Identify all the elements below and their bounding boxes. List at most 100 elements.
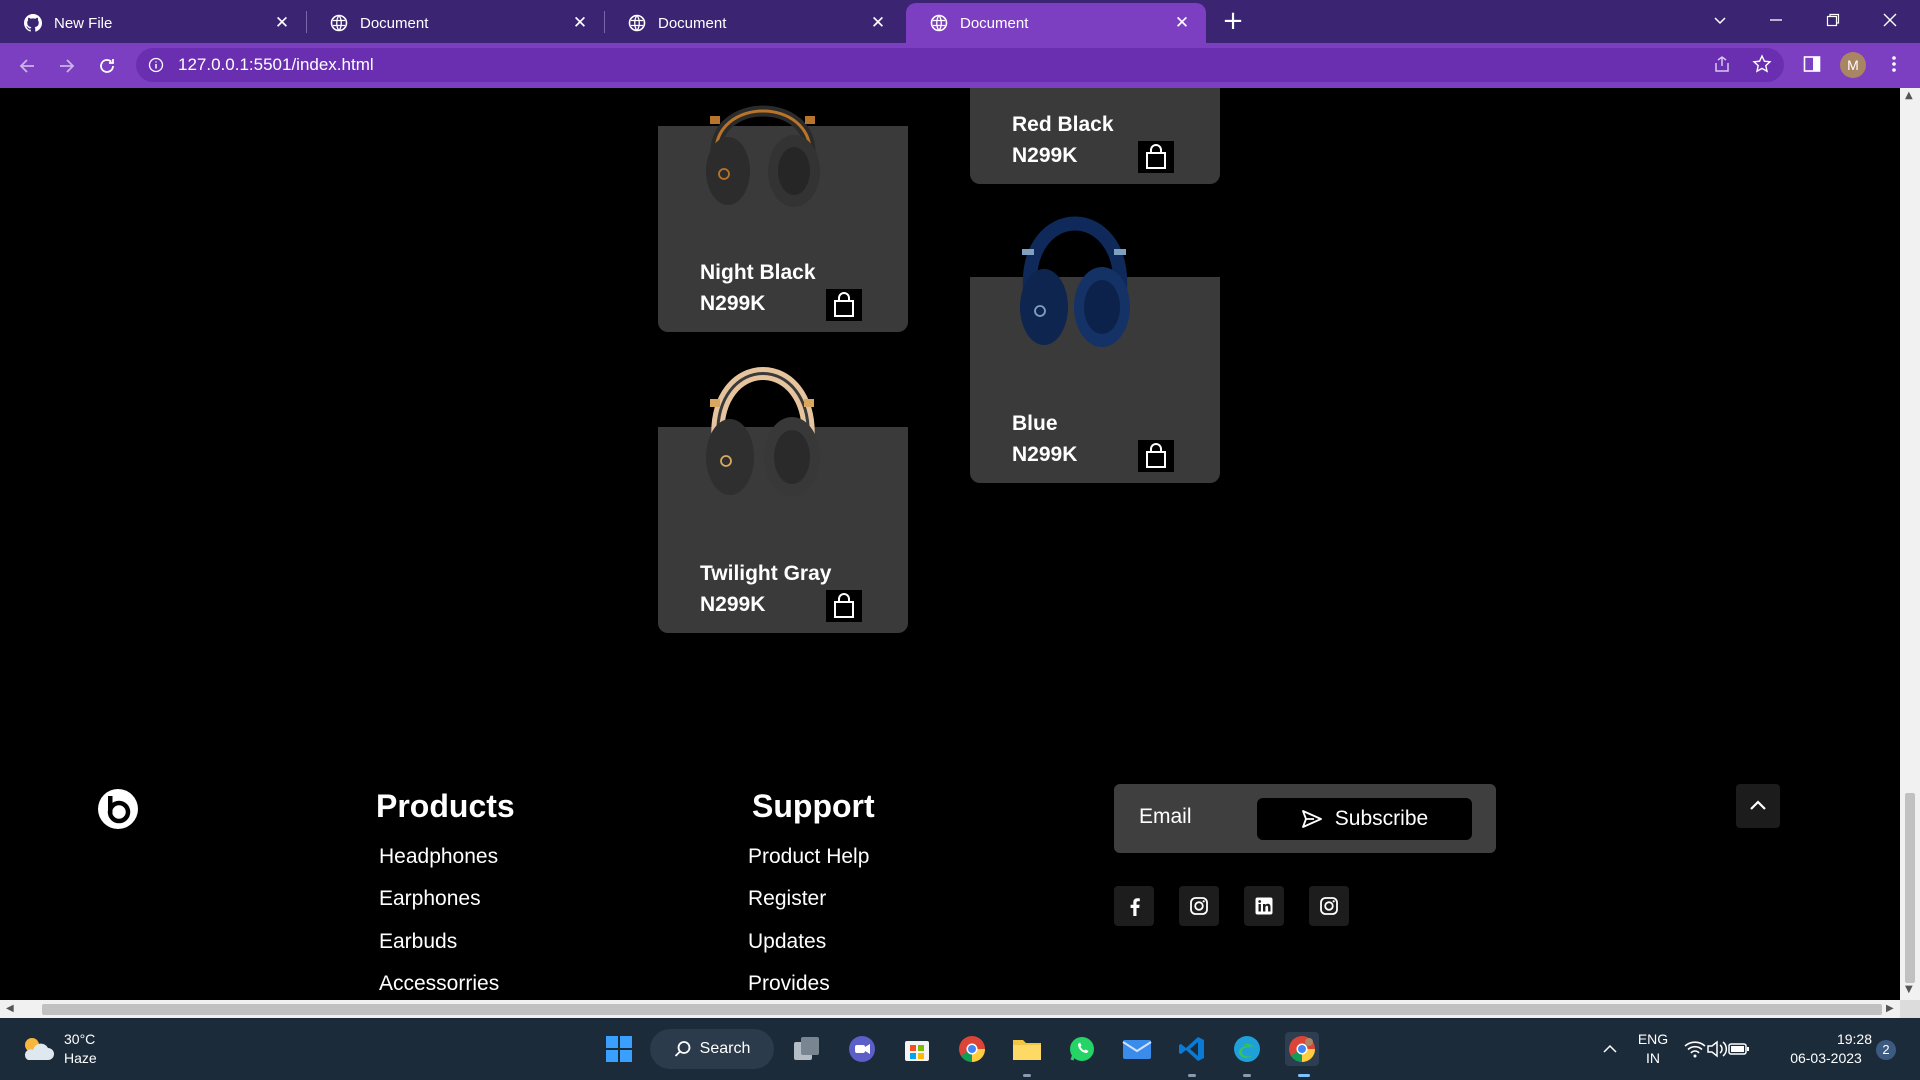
battery-icon: [1728, 1043, 1749, 1055]
tab-new-file[interactable]: New File ✕: [0, 3, 306, 43]
footer-support-title: Support: [752, 788, 875, 824]
product-name: Blue: [1012, 412, 1058, 435]
globe-icon: [628, 14, 646, 32]
beats-logo-icon[interactable]: [97, 788, 139, 830]
add-to-cart-button[interactable]: [1138, 141, 1174, 173]
language-code: ENG: [1637, 1031, 1669, 1047]
footer-link[interactable]: Updates: [748, 930, 826, 954]
product-price: N299K: [700, 292, 766, 315]
shopping-bag-icon: [1146, 144, 1166, 169]
footer-link[interactable]: Register: [748, 887, 826, 911]
weather-haze-icon: [24, 1038, 54, 1060]
close-icon[interactable]: ✕: [868, 13, 888, 33]
chrome-profile-icon[interactable]: [1285, 1032, 1319, 1066]
bookmark-star-icon[interactable]: [1750, 52, 1774, 76]
footer-link[interactable]: Earbuds: [379, 930, 457, 954]
headphone-image: [1020, 216, 1130, 347]
windows-start-icon[interactable]: [602, 1032, 636, 1066]
whatsapp-icon[interactable]: [1065, 1032, 1099, 1066]
facebook-icon[interactable]: [1114, 886, 1154, 926]
tab-document-2[interactable]: Document ✕: [604, 3, 902, 43]
profile-avatar[interactable]: M: [1840, 52, 1866, 78]
forward-button[interactable]: [52, 51, 82, 81]
shopping-bag-icon: [834, 292, 854, 317]
scroll-up-arrow-icon[interactable]: ▲: [1905, 90, 1913, 101]
file-explorer-icon[interactable]: [1010, 1032, 1044, 1066]
chrome-icon[interactable]: [955, 1032, 989, 1066]
close-icon[interactable]: ✕: [570, 13, 590, 33]
running-indicator: [1188, 1074, 1196, 1077]
vscode-icon[interactable]: [1175, 1032, 1209, 1066]
weather-desc: Haze: [64, 1050, 97, 1066]
running-indicator: [1023, 1074, 1031, 1077]
close-icon[interactable]: ✕: [272, 13, 292, 33]
restore-button[interactable]: [1805, 0, 1861, 40]
chevron-up-icon[interactable]: [1593, 1032, 1627, 1066]
weather-widget[interactable]: 30°C Haze: [20, 1030, 97, 1068]
send-icon: [1301, 810, 1322, 828]
scroll-to-top-button[interactable]: [1736, 784, 1780, 828]
notification-badge[interactable]: 2: [1876, 1040, 1896, 1060]
mail-icon[interactable]: [1120, 1032, 1154, 1066]
system-tray-icons[interactable]: [1682, 1032, 1752, 1066]
share-icon[interactable]: [1710, 52, 1734, 76]
globe-icon: [330, 14, 348, 32]
tab-search-chevron-icon[interactable]: [1692, 0, 1748, 40]
task-view-icon[interactable]: [790, 1032, 824, 1066]
shopping-bag-icon: [834, 593, 854, 618]
instagram-icon[interactable]: [1309, 886, 1349, 926]
shopping-bag-icon: [1146, 443, 1166, 468]
windows-taskbar: 30°C Haze Search ENG IN 19:28 06-03-2023…: [0, 1018, 1920, 1080]
footer-link[interactable]: Accessorries: [379, 972, 499, 996]
edge-icon[interactable]: [1230, 1032, 1264, 1066]
product-name: Night Black: [700, 261, 816, 284]
close-icon[interactable]: ✕: [1172, 13, 1192, 33]
footer-link[interactable]: Earphones: [379, 887, 481, 911]
product-name: Red Black: [1012, 113, 1114, 136]
microsoft-store-icon[interactable]: [900, 1032, 934, 1066]
footer-link[interactable]: Provides: [748, 972, 830, 996]
back-button[interactable]: [12, 51, 42, 81]
reload-button[interactable]: [92, 51, 122, 81]
add-to-cart-button[interactable]: [826, 590, 862, 622]
product-price: N299K: [1012, 144, 1078, 167]
tab-document-active[interactable]: Document ✕: [906, 3, 1206, 43]
new-tab-button[interactable]: +: [1218, 8, 1248, 36]
tab-document-1[interactable]: Document ✕: [306, 3, 604, 43]
footer-link[interactable]: Product Help: [748, 845, 869, 869]
address-bar[interactable]: 127.0.0.1:5501/index.html: [136, 48, 1784, 82]
scrollbar-thumb[interactable]: [42, 1004, 1882, 1015]
headphone-image: [706, 105, 820, 207]
add-to-cart-button[interactable]: [1138, 440, 1174, 472]
chevron-up-icon: [1750, 800, 1766, 810]
scroll-right-arrow-icon[interactable]: ▶: [1886, 1003, 1894, 1014]
product-card: Blue N299K: [970, 216, 1220, 483]
volume-icon: [1707, 1040, 1728, 1058]
wifi-icon: [1684, 1041, 1706, 1058]
side-panel-icon[interactable]: [1800, 52, 1824, 76]
taskbar-search-button[interactable]: Search: [650, 1029, 774, 1069]
scrollbar-thumb[interactable]: [1905, 793, 1915, 983]
subscribe-button[interactable]: Subscribe: [1257, 798, 1472, 840]
instagram-icon[interactable]: [1179, 886, 1219, 926]
tab-title: New File: [54, 14, 113, 32]
menu-kebab-icon[interactable]: [1882, 52, 1906, 76]
email-field[interactable]: Email: [1139, 805, 1192, 829]
info-icon[interactable]: [148, 57, 164, 73]
url-text: 127.0.0.1:5501/index.html: [178, 55, 374, 74]
add-to-cart-button[interactable]: [826, 289, 862, 321]
close-window-button[interactable]: [1862, 0, 1918, 40]
clock-time: 19:28: [1836, 1031, 1872, 1047]
footer-link[interactable]: Headphones: [379, 845, 498, 869]
minimize-button[interactable]: [1748, 0, 1804, 40]
scroll-down-arrow-icon[interactable]: ▼: [1905, 984, 1913, 995]
globe-icon: [930, 14, 948, 32]
clock[interactable]: 19:28 06-03-2023: [1780, 1030, 1872, 1068]
search-label: Search: [699, 1040, 751, 1057]
teams-chat-icon[interactable]: [845, 1032, 879, 1066]
scroll-left-arrow-icon[interactable]: ◀: [6, 1003, 14, 1014]
language-indicator[interactable]: ENG IN: [1636, 1030, 1670, 1068]
linkedin-icon[interactable]: [1244, 886, 1284, 926]
vertical-scrollbar[interactable]: ▲ ▼: [1900, 88, 1920, 1000]
horizontal-scrollbar[interactable]: ◀ ▶: [0, 1000, 1900, 1018]
